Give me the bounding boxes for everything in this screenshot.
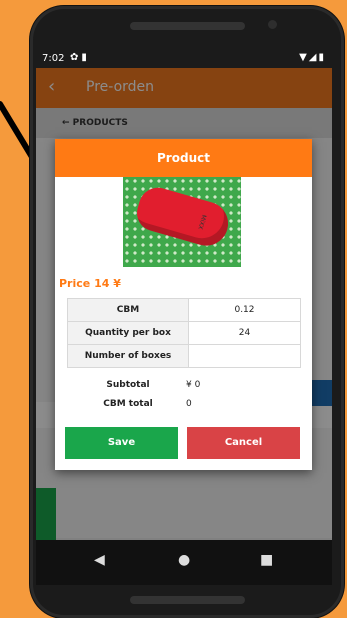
table-row: CBM 0.12 bbox=[67, 298, 301, 322]
dialog-title: Product bbox=[55, 139, 312, 177]
top-speaker bbox=[130, 22, 245, 30]
system-nav-bar: ◀ ● ■ bbox=[36, 540, 332, 585]
nav-recents-icon[interactable]: ■ bbox=[260, 552, 273, 568]
spec-key: Quantity per box bbox=[67, 321, 189, 345]
total-key: CBM total bbox=[103, 399, 153, 409]
status-bar: 7:02 ✿▮ ▼◢▮ bbox=[36, 50, 332, 68]
total-value: 0 bbox=[186, 399, 192, 409]
bottom-speaker bbox=[130, 596, 245, 604]
mouse-brand-mark: MiXX bbox=[196, 213, 208, 231]
spec-value: 24 bbox=[188, 321, 301, 345]
status-time: 7:02 bbox=[42, 53, 65, 64]
table-row: Number of boxes bbox=[67, 344, 301, 368]
cancel-button[interactable]: Cancel bbox=[187, 427, 300, 459]
front-camera bbox=[268, 20, 277, 29]
totals-section: Subtotal ¥ 0 CBM total 0 bbox=[83, 380, 273, 418]
total-key: Subtotal bbox=[106, 380, 150, 390]
status-notification-icons: ✿▮ bbox=[70, 52, 90, 63]
table-row: Quantity per box 24 bbox=[67, 321, 301, 345]
number-of-boxes-input[interactable] bbox=[188, 344, 301, 368]
total-value: ¥ 0 bbox=[186, 380, 201, 390]
product-dialog: Product MiXX Price 14 ¥ CBM 0.12 Quantit… bbox=[55, 139, 312, 470]
total-row: Subtotal ¥ 0 bbox=[83, 380, 273, 399]
save-button[interactable]: Save bbox=[65, 427, 178, 459]
product-image: MiXX bbox=[123, 177, 241, 267]
mouse-product-graphic: MiXX bbox=[132, 183, 234, 251]
status-signal-battery-icons: ▼◢▮ bbox=[299, 52, 326, 63]
total-row: CBM total 0 bbox=[83, 399, 273, 418]
product-spec-table: CBM 0.12 Quantity per box 24 Number of b… bbox=[67, 298, 301, 368]
product-price: Price 14 ¥ bbox=[59, 277, 121, 290]
spec-value: 0.12 bbox=[188, 298, 301, 322]
spec-key: Number of boxes bbox=[67, 344, 189, 368]
spec-key: CBM bbox=[67, 298, 189, 322]
nav-home-icon[interactable]: ● bbox=[178, 552, 190, 568]
nav-back-icon[interactable]: ◀ bbox=[94, 552, 105, 568]
